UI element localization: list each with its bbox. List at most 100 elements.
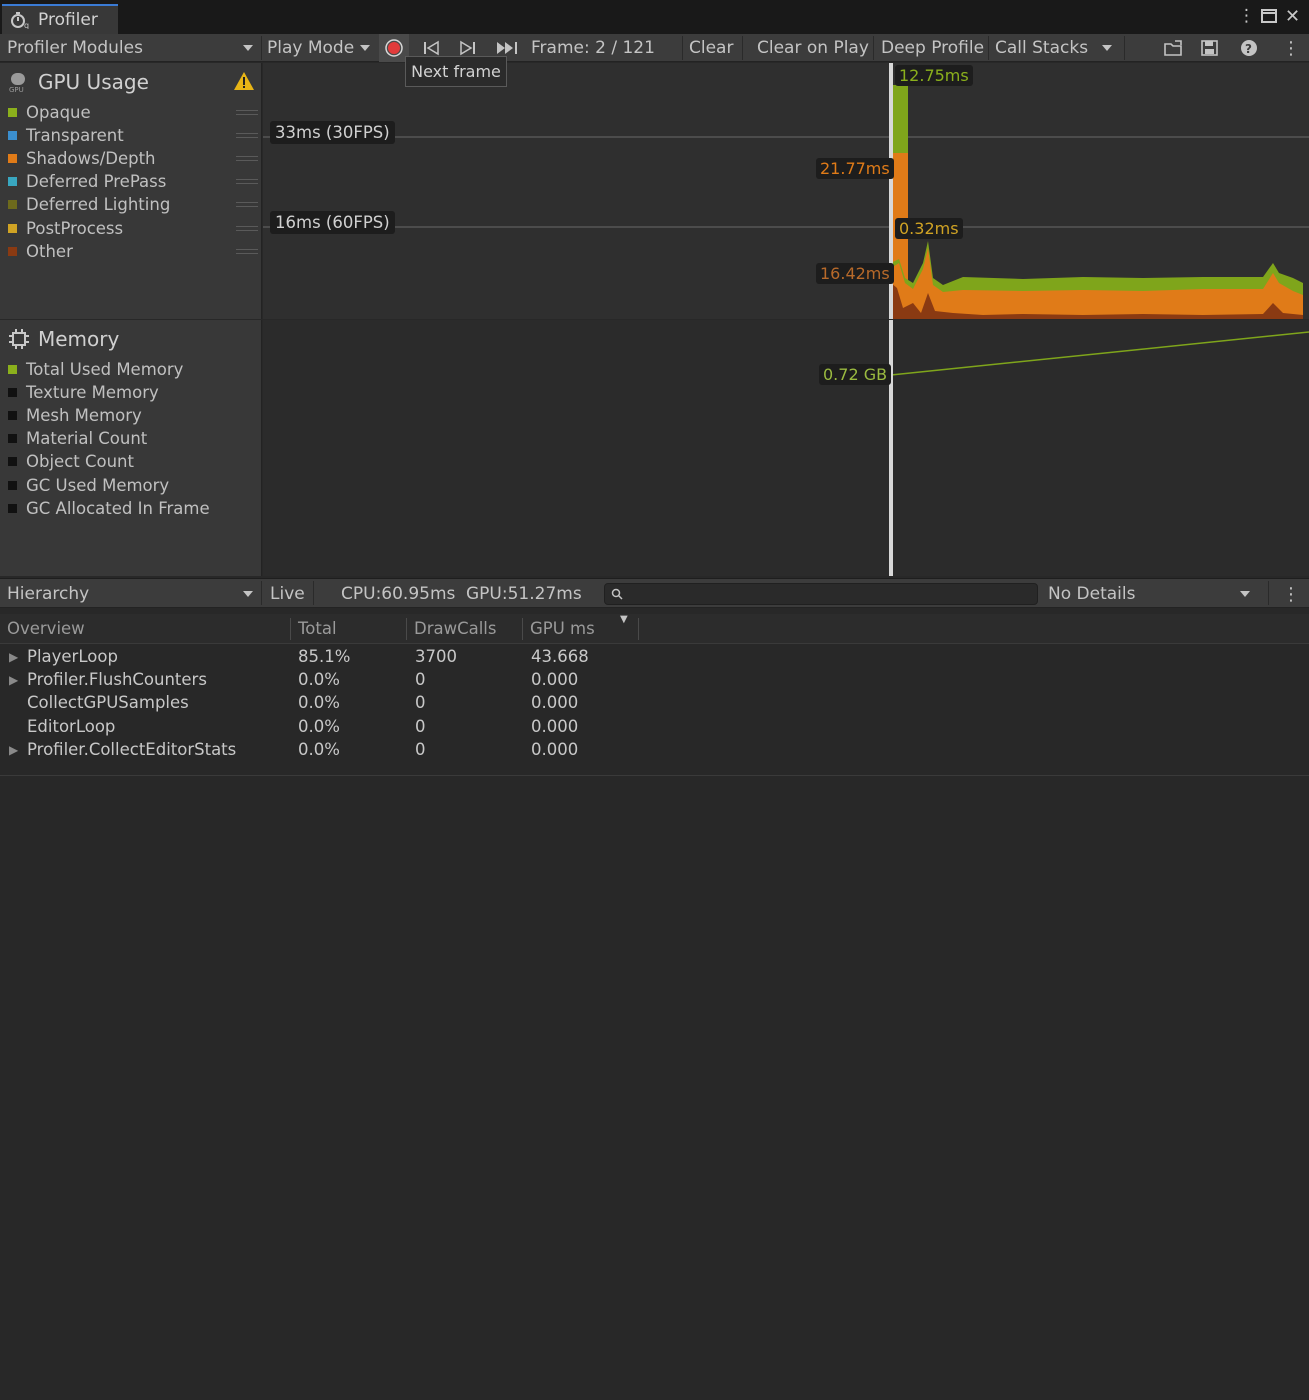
- load-button[interactable]: [1163, 34, 1185, 62]
- help-button[interactable]: ?: [1240, 34, 1258, 62]
- clear-on-play-button[interactable]: Clear on Play: [757, 34, 869, 62]
- expand-arrow-icon[interactable]: ▶: [9, 673, 18, 687]
- legend-item[interactable]: GC Allocated In Frame: [8, 497, 258, 519]
- legend-item[interactable]: Total Used Memory: [8, 358, 258, 380]
- drag-handle-icon[interactable]: [236, 248, 258, 254]
- memory-module[interactable]: Memory Total Used Memory Texture Memory Me…: [0, 320, 262, 576]
- column-overview[interactable]: Overview: [7, 619, 85, 638]
- legend-label: PostProcess: [26, 218, 124, 238]
- profiler-tab[interactable]: q Profiler: [2, 4, 118, 34]
- target-dropdown[interactable]: Play Mode: [267, 34, 372, 62]
- view-dropdown[interactable]: Hierarchy: [7, 580, 257, 608]
- legend-swatch: [8, 387, 17, 397]
- hierarchy-menu-icon[interactable]: ⋮: [1282, 580, 1300, 608]
- legend-item[interactable]: PostProcess: [8, 217, 258, 239]
- legend-swatch: [8, 107, 17, 117]
- next-frame-tooltip: Next frame: [405, 56, 507, 87]
- drag-handle-icon[interactable]: [236, 225, 258, 231]
- expand-arrow-icon[interactable]: ▶: [9, 650, 18, 664]
- legend-swatch: [8, 200, 17, 210]
- call-stacks-dropdown[interactable]: [1102, 34, 1116, 62]
- more-options-icon[interactable]: ⋮: [1238, 6, 1255, 26]
- table-row[interactable]: ▶ Profiler.CollectEditorStats 0.0% 0 0.000: [0, 738, 1309, 761]
- row-name: Profiler.CollectEditorStats: [27, 739, 237, 759]
- legend-item[interactable]: Mesh Memory: [8, 404, 258, 426]
- legend-swatch: [8, 177, 17, 187]
- drag-handle-icon[interactable]: [236, 179, 258, 185]
- clear-on-play-label: Clear on Play: [757, 38, 869, 58]
- row-total: 85.1%: [298, 647, 351, 666]
- row-total: 0.0%: [298, 670, 340, 690]
- drag-handle-icon[interactable]: [236, 155, 258, 161]
- row-drawcalls: 3700: [415, 647, 457, 666]
- row-name: EditorLoop: [27, 716, 116, 736]
- legend-swatch: [8, 503, 17, 513]
- legend-label: Object Count: [26, 452, 134, 472]
- column-gpu-ms[interactable]: GPU ms: [530, 619, 595, 638]
- postprocess-value-label: 0.32ms: [895, 218, 963, 239]
- drag-handle-icon[interactable]: [236, 132, 258, 138]
- total-memory-value-label: 0.72 GB: [819, 364, 892, 385]
- chevron-down-icon: [1240, 591, 1250, 597]
- table-row[interactable]: ▶ PlayerLoop 85.1% 3700 43.668: [0, 645, 1309, 668]
- close-icon[interactable]: ✕: [1285, 6, 1300, 27]
- svg-text:GPU: GPU: [9, 86, 24, 93]
- memory-chart-graph: [889, 320, 1309, 576]
- last-frame-icon: [497, 42, 517, 54]
- open-folder-icon: [1164, 40, 1182, 56]
- search-input[interactable]: [604, 583, 1038, 605]
- live-toggle[interactable]: Live: [270, 580, 305, 608]
- expand-arrow-icon[interactable]: ▶: [9, 743, 18, 757]
- row-total: 0.0%: [298, 739, 340, 759]
- gpu-module-header: GPU GPU Usage: [8, 70, 149, 94]
- gpu-module-title: GPU Usage: [38, 70, 149, 94]
- warning-icon[interactable]: [233, 71, 255, 91]
- legend-label: Deferred Lighting: [26, 195, 171, 215]
- legend-item[interactable]: Material Count: [8, 428, 258, 450]
- memory-chart[interactable]: 0.72 GB: [263, 320, 1309, 576]
- table-row[interactable]: CollectGPUSamples 0.0% 0 0.000: [0, 691, 1309, 714]
- memory-chip-icon: [9, 329, 29, 349]
- legend-swatch: [8, 410, 17, 420]
- toolbar-menu-icon[interactable]: ⋮: [1282, 34, 1300, 62]
- call-stacks-button[interactable]: Call Stacks: [995, 34, 1088, 62]
- table-row[interactable]: EditorLoop 0.0% 0 0.000: [0, 715, 1309, 738]
- gpu-usage-module[interactable]: GPU GPU Usage Opaque Transparent Shadows/D…: [0, 63, 262, 319]
- target-label: Play Mode: [267, 38, 355, 58]
- row-gpu-ms: 0.000: [531, 670, 579, 690]
- details-dropdown[interactable]: No Details: [1048, 580, 1254, 608]
- legend-item[interactable]: Object Count: [8, 451, 258, 473]
- deep-profile-button[interactable]: Deep Profile: [881, 34, 984, 62]
- cpu-time: CPU:60.95ms: [341, 580, 455, 608]
- row-gpu-ms: 0.000: [531, 716, 579, 736]
- table-bottom-divider: [0, 775, 1309, 776]
- legend-item[interactable]: Texture Memory: [8, 381, 258, 403]
- column-drawcalls[interactable]: DrawCalls: [414, 619, 497, 638]
- next-frame-icon: [460, 40, 475, 56]
- drag-handle-icon[interactable]: [236, 109, 258, 115]
- table-row[interactable]: ▶ Profiler.FlushCounters 0.0% 0 0.000: [0, 668, 1309, 691]
- profiler-modules-dropdown[interactable]: Profiler Modules: [7, 34, 257, 62]
- drag-handle-icon[interactable]: [236, 202, 258, 208]
- legend-swatch: [8, 223, 17, 233]
- legend-label: Transparent: [26, 125, 124, 145]
- legend-item[interactable]: Deferred Lighting: [8, 194, 258, 216]
- gpu-usage-chart[interactable]: 33ms (30FPS) 16ms (60FPS) 12.75ms 21.77m…: [263, 63, 1309, 319]
- view-dropdown-label: Hierarchy: [7, 584, 90, 604]
- legend-item[interactable]: Deferred PrePass: [8, 171, 258, 193]
- maximize-icon[interactable]: [1261, 9, 1277, 23]
- memory-module-header: Memory: [8, 327, 119, 351]
- legend-item[interactable]: Other: [8, 240, 258, 262]
- legend-item[interactable]: Transparent: [8, 124, 258, 146]
- legend-item[interactable]: Opaque: [8, 101, 258, 123]
- legend-label: Shadows/Depth: [26, 148, 156, 168]
- legend-item[interactable]: Shadows/Depth: [8, 147, 258, 169]
- clear-button[interactable]: Clear: [689, 34, 733, 62]
- sort-desc-icon: ▼: [620, 614, 628, 625]
- frame-label: Frame: 2 / 121: [531, 38, 655, 58]
- save-button[interactable]: [1200, 34, 1220, 62]
- legend-item[interactable]: GC Used Memory: [8, 474, 258, 496]
- legend-label: GC Used Memory: [26, 475, 170, 495]
- column-total[interactable]: Total: [298, 619, 337, 638]
- profiler-icon: q: [11, 12, 29, 29]
